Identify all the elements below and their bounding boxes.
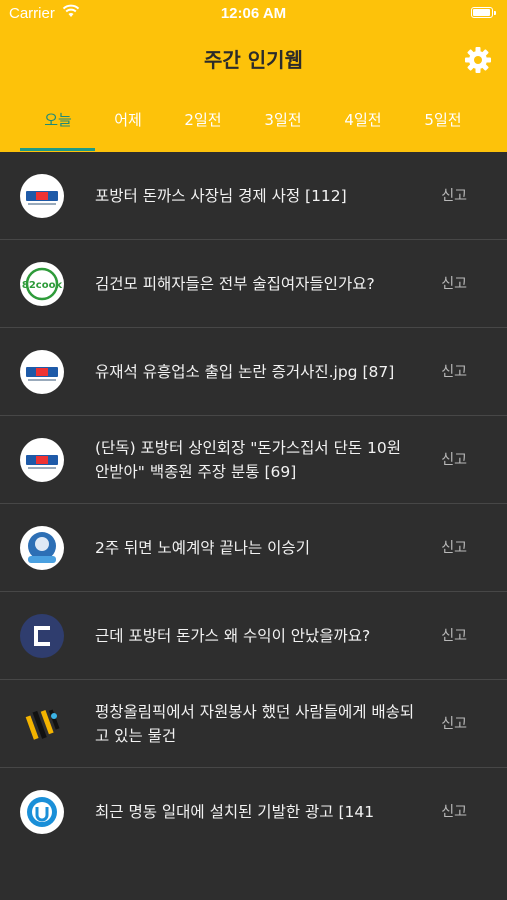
list-item[interactable]: 2주 뒤면 노예계약 끝나는 이승기 신고	[0, 504, 507, 592]
report-button[interactable]: 신고	[441, 768, 467, 856]
page-title: 주간 인기웹	[204, 48, 303, 72]
active-tab-indicator	[20, 148, 95, 151]
post-title: 근데 포방터 돈가스 왜 수익이 안났을까요?	[95, 627, 371, 645]
post-title: 김건모 피해자들은 전부 술집여자들인가요?	[95, 275, 375, 293]
list-item[interactable]: 82cook 김건모 피해자들은 전부 술집여자들인가요? 신고	[0, 240, 507, 328]
status-bar: Carrier 12:06 AM	[0, 0, 507, 28]
report-button[interactable]: 신고	[441, 504, 467, 592]
list-item[interactable]: 포방터 돈까스 사장님 경제 사정 [112] 신고	[0, 152, 507, 240]
82cook-logo-icon: 82cook	[20, 262, 64, 306]
list-item[interactable]: 근데 포방터 돈가스 왜 수익이 안났을까요? 신고	[0, 592, 507, 680]
report-button[interactable]: 신고	[441, 152, 467, 240]
mlbpark-logo-icon	[20, 174, 64, 218]
tab-2-days-ago[interactable]: 2일전	[163, 106, 243, 152]
report-button[interactable]: 신고	[441, 680, 467, 768]
tab-bar: 오늘 어제 2일전 3일전 4일전 5일전	[0, 106, 507, 152]
list-item[interactable]: (단독) 포방터 상인회장 "돈가스집서 단돈 10원 안받아" 백종원 주장 …	[0, 416, 507, 504]
clien-logo-icon	[20, 614, 64, 658]
svg-text:82cook: 82cook	[22, 280, 63, 291]
mlbpark-logo-icon	[20, 438, 64, 482]
post-list: 포방터 돈까스 사장님 경제 사정 [112] 신고 82cook 김건모 피해…	[0, 152, 507, 856]
post-title: 평창올림픽에서 자원봉사 했던 사람들에게 배송되고 있는 물건	[95, 703, 415, 745]
dogdrip-logo-icon	[20, 526, 64, 570]
tab-today[interactable]: 오늘	[18, 106, 98, 152]
tab-4-days-ago[interactable]: 4일전	[323, 106, 403, 152]
list-item[interactable]: 평창올림픽에서 자원봉사 했던 사람들에게 배송되고 있는 물건 신고	[0, 680, 507, 768]
post-title: (단독) 포방터 상인회장 "돈가스집서 단돈 10원 안받아" 백종원 주장 …	[95, 439, 402, 481]
tab-yesterday[interactable]: 어제	[88, 106, 168, 152]
report-button[interactable]: 신고	[441, 416, 467, 504]
post-title: 포방터 돈까스 사장님 경제 사정 [112]	[95, 187, 347, 205]
report-button[interactable]: 신고	[441, 592, 467, 680]
report-button[interactable]: 신고	[441, 240, 467, 328]
post-title: 유재석 유흥업소 출입 논란 증거사진.jpg [87]	[95, 363, 395, 381]
tab-5-days-ago[interactable]: 5일전	[403, 106, 483, 152]
post-title: 최근 명동 일대에 설치된 기발한 광고 [141	[95, 803, 375, 821]
gear-icon[interactable]	[464, 46, 492, 74]
list-item[interactable]: 유재석 유흥업소 출입 논란 증거사진.jpg [87] 신고	[0, 328, 507, 416]
tab-3-days-ago[interactable]: 3일전	[243, 106, 323, 152]
mlbpark-logo-icon	[20, 350, 64, 394]
battery-icon	[471, 7, 496, 18]
bobaedream-logo-icon	[20, 702, 64, 746]
report-button[interactable]: 신고	[441, 328, 467, 416]
status-time: 12:06 AM	[220, 5, 287, 22]
post-title: 2주 뒤면 노예계약 끝나는 이승기	[95, 539, 310, 557]
list-item[interactable]: 최근 명동 일대에 설치된 기발한 광고 [141 신고	[0, 768, 507, 856]
humoruniv-logo-icon	[20, 790, 64, 834]
header-bar: Carrier 12:06 AM 주간 인기웹 오늘 어제 2일전 3일전 4일…	[0, 0, 507, 152]
